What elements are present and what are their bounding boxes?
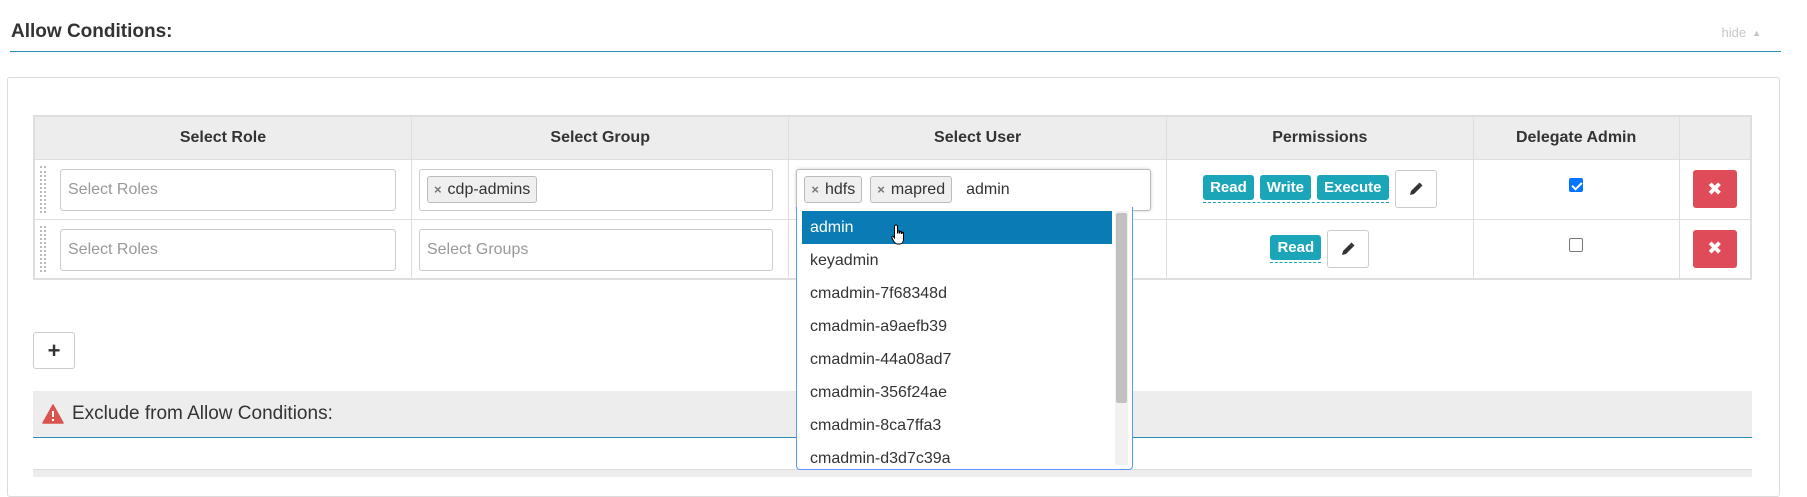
role-cell: Select Roles [33, 158, 412, 220]
exclude-table-top [33, 469, 1752, 477]
header-select-group: Select Group [410, 115, 790, 160]
hand-cursor-icon [891, 224, 904, 245]
permissions-list[interactable]: Read Write Execute [1203, 175, 1389, 203]
tag-remove-icon[interactable]: × [434, 182, 442, 197]
select-roles-input[interactable]: Select Roles [60, 228, 396, 271]
delegate-admin-checkbox[interactable] [1569, 177, 1584, 192]
edit-permissions-button[interactable] [1394, 170, 1437, 208]
tag-label: hdfs [825, 180, 856, 198]
select-roles-input[interactable]: Select Roles [60, 168, 396, 211]
user-option[interactable]: cmadmin-44a08ad7 [802, 343, 1112, 376]
hide-toggle[interactable]: hide ▲ [1722, 25, 1762, 40]
user-option[interactable]: cmadmin-7f68348d [802, 277, 1112, 310]
permissions-list[interactable]: Read [1270, 234, 1322, 263]
select-groups-input[interactable]: Select Groups [418, 228, 774, 271]
permission-badge: Read [1270, 234, 1322, 260]
header-select-role: Select Role [33, 115, 412, 160]
delegate-admin-cell [1472, 158, 1680, 220]
user-option[interactable]: cmadmin-d3d7c39a [802, 442, 1112, 469]
select-users-input[interactable]: × hdfs × mapred admin [796, 168, 1151, 211]
group-tag: × cdp-admins [426, 176, 538, 203]
header-permissions: Permissions [1165, 115, 1474, 160]
delegate-admin-checkbox[interactable] [1569, 237, 1584, 252]
tag-label: cdp-admins [447, 180, 531, 198]
user-option[interactable]: admin [802, 211, 1112, 244]
permissions-cell: Read [1165, 218, 1474, 280]
edit-permissions-button[interactable] [1327, 229, 1370, 268]
close-icon: ✖ [1707, 238, 1723, 259]
allow-conditions-header: Allow Conditions: hide ▲ [10, 0, 1781, 52]
header-actions [1678, 115, 1752, 160]
user-search-text[interactable]: admin [966, 181, 1010, 199]
close-icon: ✖ [1707, 178, 1723, 199]
user-option[interactable]: cmadmin-356f24ae [802, 376, 1112, 409]
permission-badge: Execute [1316, 175, 1389, 200]
hide-label[interactable]: hide [1722, 25, 1747, 40]
caret-up-icon[interactable]: ▲ [1752, 28, 1761, 38]
user-tag: × hdfs [804, 176, 863, 203]
warning-icon [42, 404, 64, 424]
add-condition-button[interactable]: + [33, 332, 75, 369]
user-option[interactable]: cmadmin-a9aefb39 [802, 310, 1112, 343]
header-select-user: Select User [788, 115, 1167, 160]
header-delegate-admin: Delegate Admin [1472, 115, 1680, 160]
dropdown-scrollbar-thumb[interactable] [1116, 213, 1127, 403]
user-options-list: admin keyadmin cmadmin-7f68348d cmadmin-… [797, 207, 1132, 469]
permissions-cell: Read Write Execute [1165, 158, 1474, 220]
tag-remove-icon[interactable]: × [877, 182, 885, 197]
pencil-icon [1342, 242, 1355, 255]
delete-row-button[interactable]: ✖ [1692, 229, 1737, 268]
section-title: Allow Conditions: [11, 21, 173, 42]
drag-handle[interactable] [40, 165, 46, 213]
select-groups-input[interactable]: × cdp-admins [418, 168, 774, 211]
role-cell: Select Roles [33, 218, 412, 280]
delegate-admin-cell [1472, 218, 1680, 280]
drag-handle[interactable] [40, 225, 46, 272]
permission-badge: Write [1259, 175, 1311, 200]
group-cell: Select Groups [410, 218, 790, 280]
delete-row-button[interactable]: ✖ [1692, 170, 1737, 208]
user-tag: × mapred [870, 176, 953, 203]
tag-remove-icon[interactable]: × [811, 182, 819, 197]
pencil-icon [1409, 182, 1423, 195]
user-options-dropdown[interactable]: admin keyadmin cmadmin-7f68348d cmadmin-… [796, 207, 1133, 470]
delete-cell: ✖ [1678, 218, 1752, 280]
tag-label: mapred [890, 180, 946, 198]
delete-cell: ✖ [1678, 158, 1752, 220]
user-option[interactable]: cmadmin-8ca7ffa3 [802, 409, 1112, 442]
group-cell: × cdp-admins [410, 158, 790, 220]
user-option[interactable]: keyadmin [802, 244, 1112, 277]
permission-badge: Read [1203, 175, 1254, 200]
plus-icon: + [47, 337, 61, 363]
exclude-title: Exclude from Allow Conditions: [72, 403, 333, 424]
